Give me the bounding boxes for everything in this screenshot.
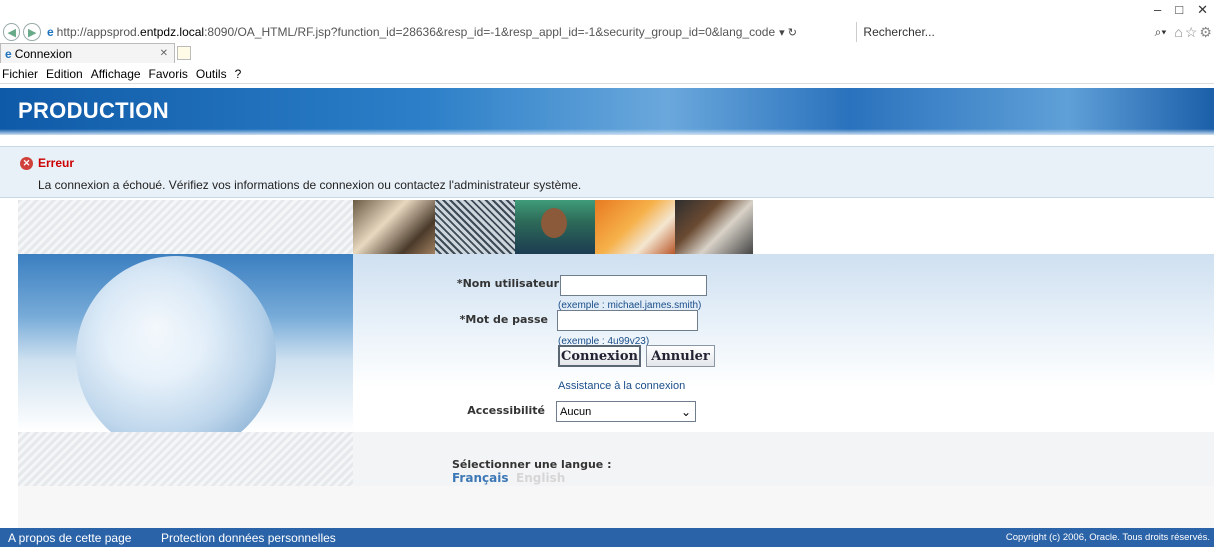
url-rest: :8090/OA_HTML/RF.jsp?function_id=28636&r… <box>204 25 776 39</box>
back-button[interactable]: ◀ <box>3 23 21 41</box>
ie-page-icon: e <box>46 25 54 39</box>
username-label: *Nom utilisateur <box>456 277 559 290</box>
forward-button[interactable]: ▶ <box>23 23 41 41</box>
cancel-button[interactable]: Annuler <box>646 345 715 367</box>
error-icon: ✕ <box>20 157 33 170</box>
refresh-icon[interactable]: ▾ ↻ <box>779 26 797 39</box>
photo-tower-structure <box>435 200 515 254</box>
menu-affichage[interactable]: Affichage <box>91 67 141 81</box>
footer-bar: A propos de cette page Protection donnée… <box>0 528 1214 547</box>
menu-fichier[interactable]: Fichier <box>2 67 38 81</box>
tab-row: e Connexion ✕ <box>0 43 1214 63</box>
url-field[interactable]: e http://appsprod. entpdz.local:8090/OA_H… <box>47 22 850 42</box>
gear-icon[interactable]: ⚙ <box>1199 24 1214 40</box>
menu-outils[interactable]: Outils <box>196 67 227 81</box>
accessibility-value: Aucun <box>560 405 592 418</box>
url-host: entpdz.local <box>140 25 205 39</box>
page-title: PRODUCTION <box>18 98 169 123</box>
minimize-button[interactable]: – <box>1154 2 1161 18</box>
password-input[interactable] <box>557 310 698 331</box>
restore-button[interactable]: □ <box>1175 2 1183 18</box>
password-label: *Mot de passe <box>459 313 548 326</box>
address-bar-row: ◀ ▶ e http://appsprod. entpdz.local:8090/… <box>0 21 1214 43</box>
browser-title-bar: – □ ✕ <box>0 0 1214 20</box>
menu-help[interactable]: ? <box>235 67 242 81</box>
window-controls: – □ ✕ <box>1154 2 1208 18</box>
globe-image-panel <box>18 254 353 432</box>
photo-strip <box>353 200 753 254</box>
accessibility-label: Accessibilité <box>467 404 545 417</box>
star-icon[interactable]: ☆ <box>1185 24 1200 40</box>
chevron-down-icon: ⌄ <box>680 404 691 419</box>
toolbar-icons: ⌂☆⚙ <box>1174 24 1214 41</box>
new-tab-button[interactable] <box>177 46 191 60</box>
ie-tab-icon: e <box>5 46 12 61</box>
footer-copyright: Copyright (c) 2006, Oracle. Tous droits … <box>1005 532 1210 543</box>
close-window-button[interactable]: ✕ <box>1197 2 1208 18</box>
url-prefix: http://appsprod. <box>56 25 141 39</box>
header-banner: PRODUCTION <box>0 88 1214 135</box>
login-help-link[interactable]: Assistance à la connexion <box>558 380 685 392</box>
close-tab-icon[interactable]: ✕ <box>160 48 168 59</box>
back-arrow-icon: ◀ <box>7 26 16 39</box>
content-spacer <box>18 486 1214 528</box>
footer-privacy-link[interactable]: Protection données personnelles <box>161 531 336 545</box>
search-icon[interactable]: ⌕▾ <box>1155 25 1167 40</box>
photo-man-at-computer <box>515 200 595 254</box>
globe-image <box>76 256 276 432</box>
footer-about-link[interactable]: A propos de cette page <box>8 531 131 545</box>
error-message-box: ✕ Erreur La connexion a échoué. Vérifiez… <box>0 146 1214 198</box>
language-label: Sélectionner une langue : <box>452 458 612 471</box>
photo-businessman <box>675 200 753 254</box>
photo-people-meeting <box>353 200 435 254</box>
search-input[interactable]: Rechercher... ⌕▾ <box>856 22 1166 42</box>
decorative-hatch-top <box>18 200 353 254</box>
language-english[interactable]: English <box>516 471 565 485</box>
login-button[interactable]: Connexion <box>558 345 641 367</box>
home-icon[interactable]: ⌂ <box>1174 24 1184 40</box>
tab-connexion[interactable]: e Connexion ✕ <box>0 43 175 63</box>
username-input[interactable] <box>560 275 707 296</box>
forward-arrow-icon: ▶ <box>27 26 37 39</box>
menu-favoris[interactable]: Favoris <box>149 67 188 81</box>
tab-title: Connexion <box>14 46 73 61</box>
menu-bar: Fichier Edition Affichage Favoris Outils… <box>0 64 1214 84</box>
search-placeholder: Rechercher... <box>863 25 935 39</box>
menu-edition[interactable]: Edition <box>46 67 83 81</box>
error-title: Erreur <box>38 156 75 170</box>
accessibility-select[interactable]: Aucun ⌄ <box>556 401 696 422</box>
error-message: La connexion a échoué. Vérifiez vos info… <box>38 178 582 192</box>
decorative-hatch-bottom <box>18 432 353 486</box>
language-french[interactable]: Français <box>452 471 508 485</box>
photo-woman-headset <box>595 200 675 254</box>
